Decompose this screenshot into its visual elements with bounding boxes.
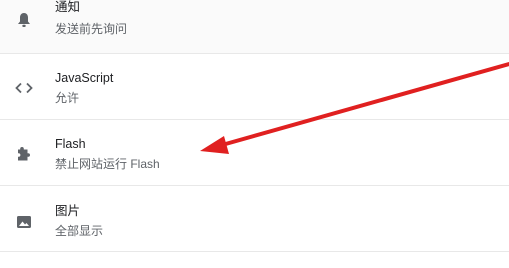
settings-row-title: 图片	[55, 204, 81, 218]
settings-row-title: 通知	[55, 0, 81, 14]
settings-row-subtitle: 全部显示	[55, 224, 104, 238]
image-icon	[14, 212, 34, 232]
settings-row-notifications[interactable]: 通知 发送前先询问	[0, 0, 509, 54]
settings-row-subtitle: 允许	[55, 91, 80, 105]
puzzle-icon	[14, 144, 34, 164]
settings-row-javascript[interactable]: JavaScript 允许	[0, 54, 509, 120]
settings-row-images[interactable]: 图片 全部显示	[0, 186, 509, 252]
settings-row-subtitle: 发送前先询问	[55, 22, 128, 36]
site-settings-panel: 通知 发送前先询问 JavaScript 允许 Flash 禁止网站运行 Fla…	[0, 0, 509, 268]
settings-row-title: JavaScript	[55, 71, 114, 85]
settings-row-subtitle: 禁止网站运行 Flash	[55, 157, 160, 171]
code-icon	[14, 78, 34, 98]
settings-row-flash[interactable]: Flash 禁止网站运行 Flash	[0, 120, 509, 186]
settings-row-title: Flash	[55, 137, 86, 151]
bell-icon	[14, 10, 34, 30]
